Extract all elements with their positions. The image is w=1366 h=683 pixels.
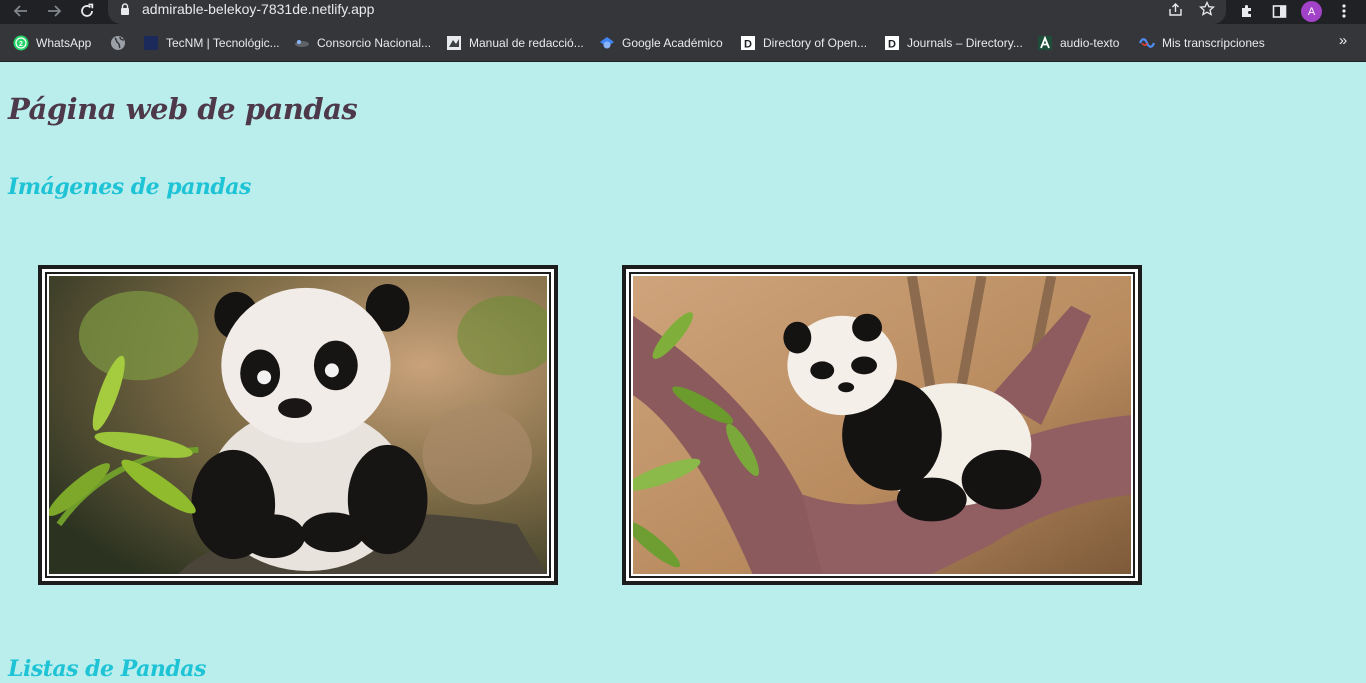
- tecnm-icon: [143, 35, 159, 51]
- bookmark-transcripciones[interactable]: Mis transcripciones: [1139, 34, 1265, 52]
- profile-avatar[interactable]: A: [1301, 1, 1322, 22]
- audio-texto-icon: [1037, 35, 1053, 51]
- bookmark-doaj-journals[interactable]: D Journals – Directory...: [884, 34, 1023, 52]
- whatsapp-icon: 2: [13, 35, 29, 51]
- address-bar[interactable]: admirable-belekoy-7831de.netlify.app: [108, 0, 1226, 24]
- side-panel-icon[interactable]: [1269, 1, 1289, 21]
- svg-text:D: D: [888, 39, 896, 51]
- bookmark-tecnm[interactable]: TecNM | Tecnológic...: [143, 34, 280, 52]
- url-text[interactable]: admirable-belekoy-7831de.netlify.app: [142, 1, 374, 17]
- globe-icon: [110, 35, 126, 51]
- svg-text:D: D: [744, 39, 752, 51]
- section-heading-images: Imágenes de pandas: [8, 174, 251, 200]
- bookmark-globe[interactable]: [110, 34, 126, 52]
- bookmark-consorcio[interactable]: Consorcio Nacional...: [294, 34, 431, 52]
- bookmark-whatsapp[interactable]: 2 WhatsApp: [13, 34, 91, 52]
- forward-icon[interactable]: [43, 0, 65, 22]
- panda-image-frame-2: [622, 265, 1142, 585]
- back-icon[interactable]: [10, 0, 32, 22]
- menu-icon[interactable]: [1334, 1, 1354, 21]
- panda-image-frame-1: [38, 265, 558, 585]
- share-icon[interactable]: [1166, 0, 1184, 18]
- bookmark-doaj-directory[interactable]: D Directory of Open...: [740, 34, 867, 52]
- scholar-icon: [599, 35, 615, 51]
- doaj-icon: D: [884, 35, 900, 51]
- lock-icon[interactable]: [120, 3, 130, 16]
- bookmarks-overflow-chevron-icon[interactable]: »: [1334, 32, 1352, 52]
- bookmark-manual[interactable]: Manual de redacció...: [446, 34, 584, 52]
- bookmark-scholar[interactable]: Google Académico: [599, 34, 723, 52]
- reload-icon[interactable]: [76, 0, 98, 22]
- section-heading-lists: Listas de Pandas: [8, 656, 206, 682]
- web-page: Página web de pandas Imágenes de pandas: [0, 62, 1366, 683]
- manual-icon: [446, 35, 462, 51]
- bookmark-audio-texto[interactable]: audio-texto: [1037, 34, 1119, 52]
- extensions-icon[interactable]: [1237, 1, 1257, 21]
- panda-cub-sitting-image: [49, 276, 547, 574]
- star-icon[interactable]: [1198, 0, 1216, 18]
- bookmarks-bar: 2 WhatsApp TecNM | Tecnológic... Consorc…: [0, 24, 1366, 62]
- transcripciones-icon: [1139, 35, 1155, 51]
- page-title: Página web de pandas: [8, 92, 358, 126]
- consorcio-icon: [294, 35, 310, 51]
- panda-sleeping-on-tree-image: [633, 276, 1131, 574]
- doaj-icon: D: [740, 35, 756, 51]
- svg-text:2: 2: [19, 41, 23, 48]
- browser-toolbar: admirable-belekoy-7831de.netlify.app A: [0, 0, 1366, 24]
